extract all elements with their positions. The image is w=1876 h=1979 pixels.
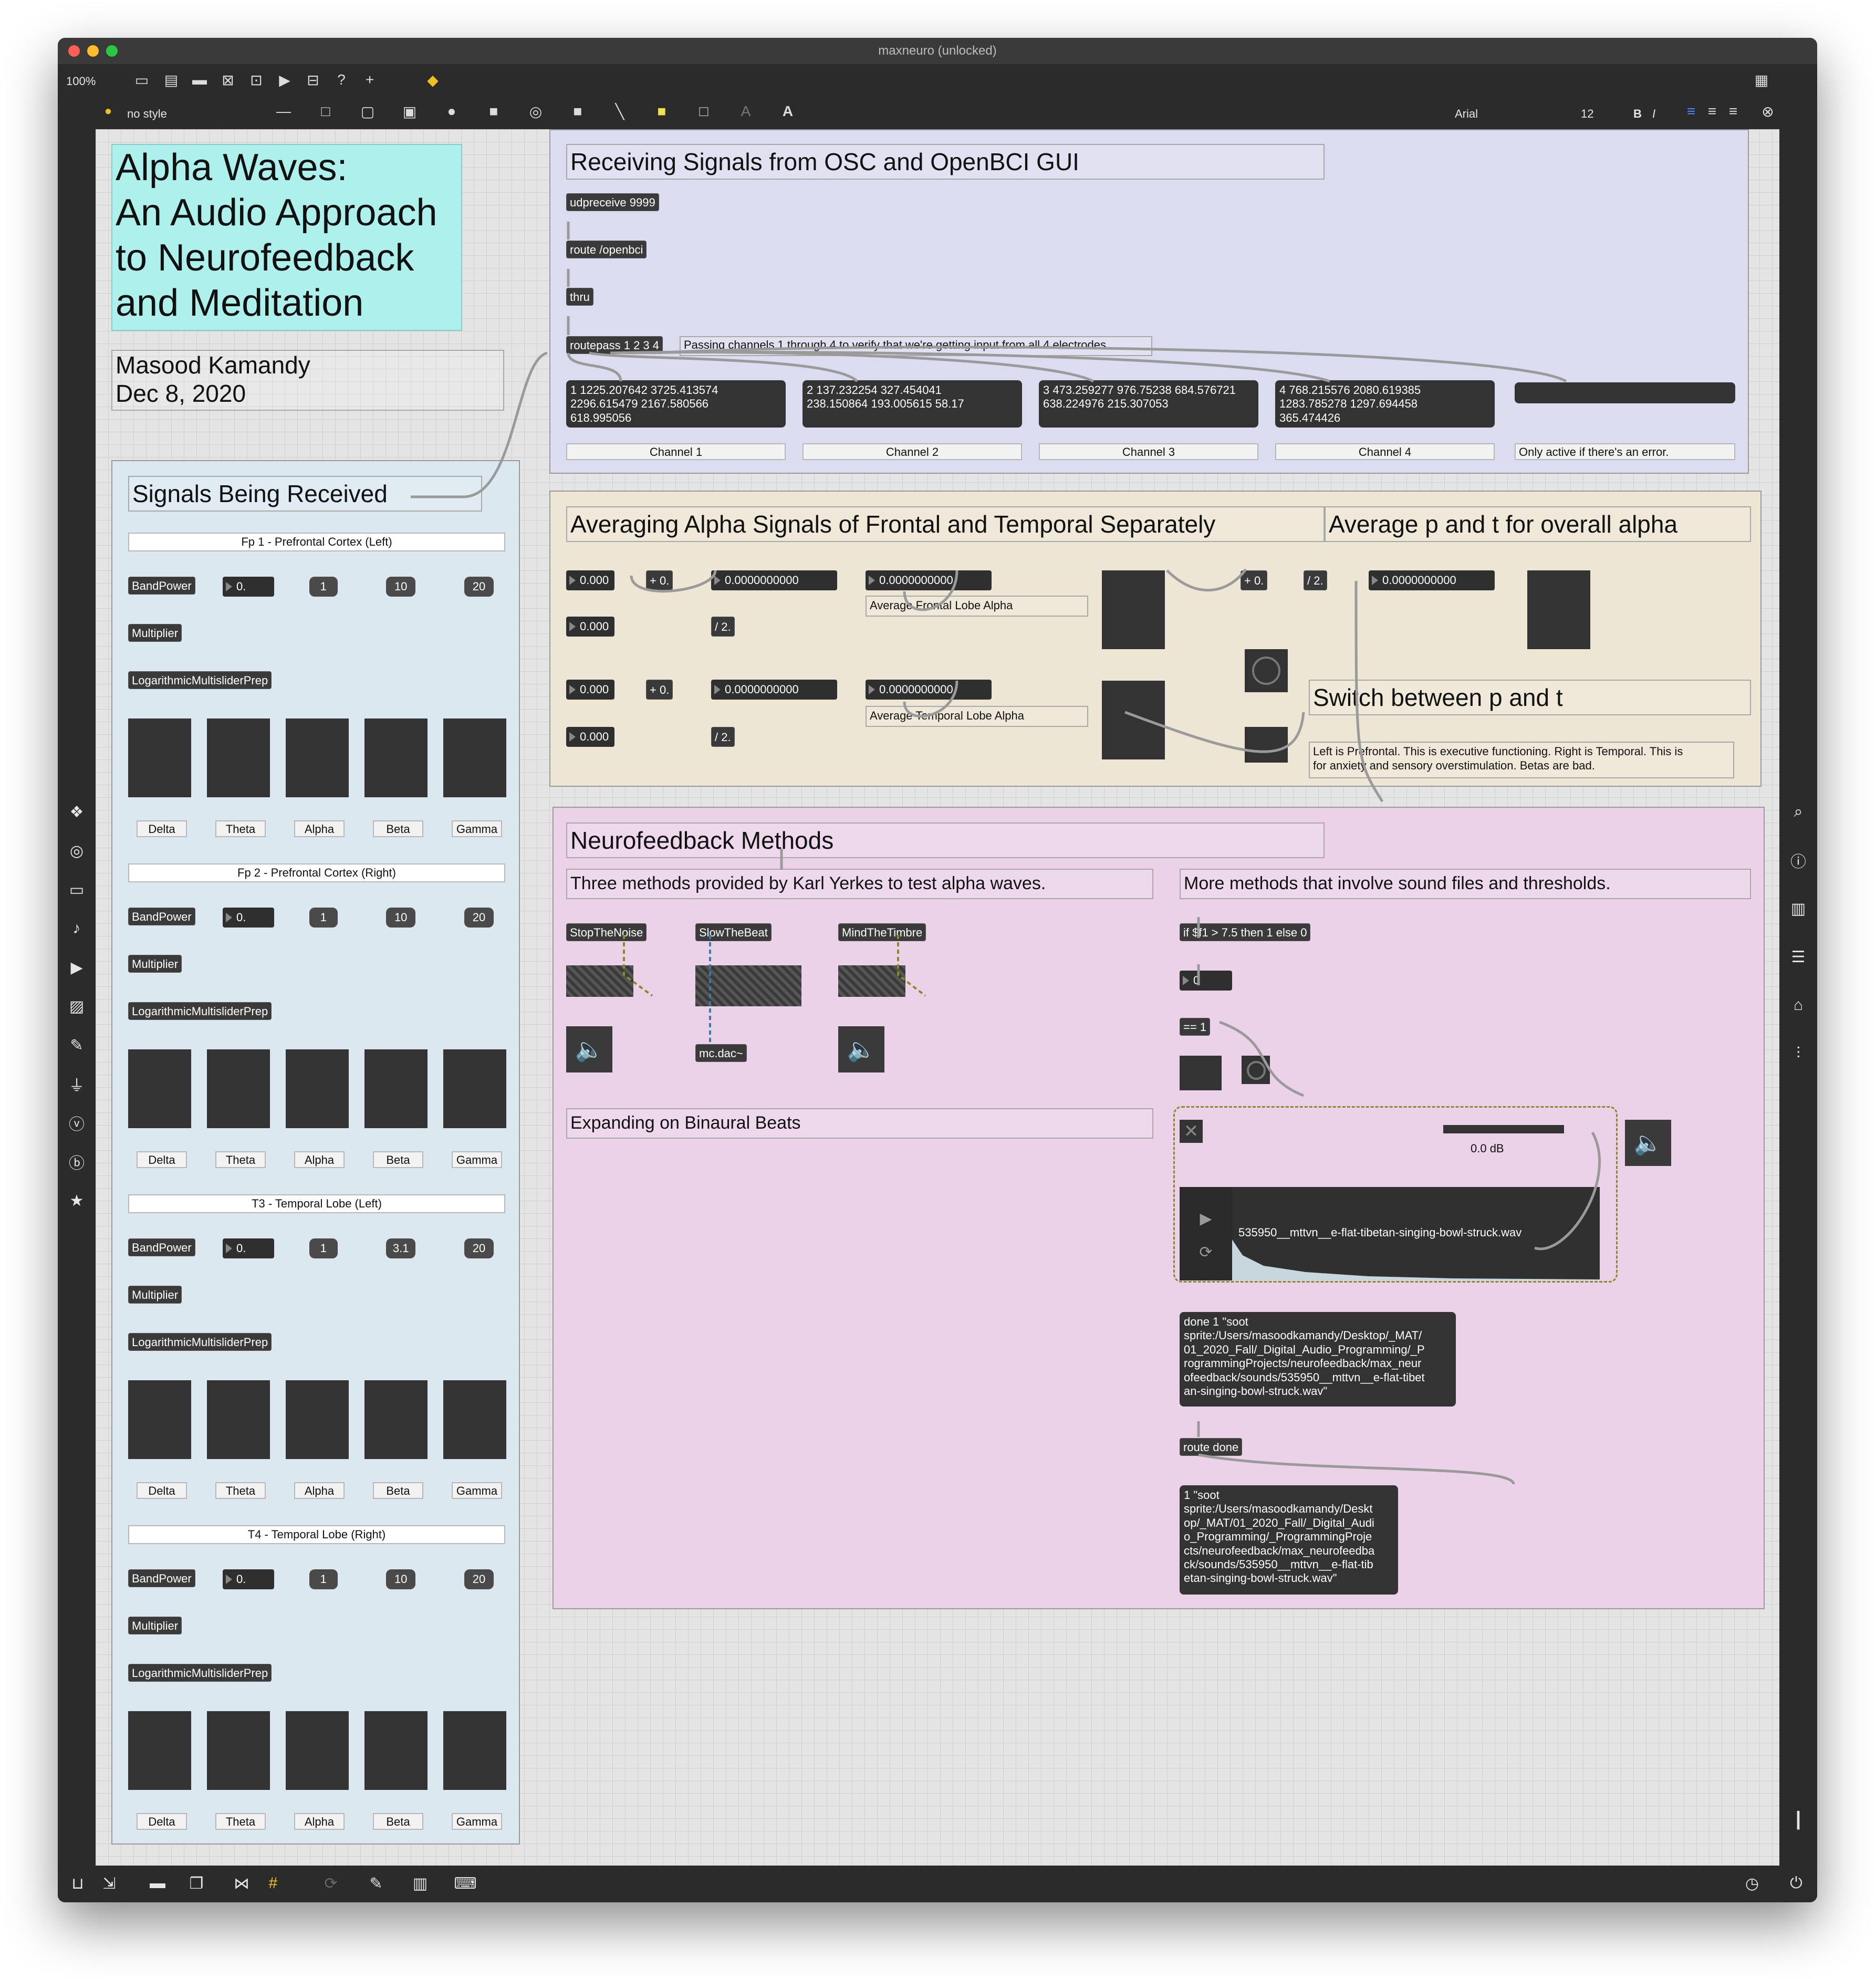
window-title: maxneuro (unlocked) xyxy=(878,44,997,58)
browser-icon[interactable]: ▭ xyxy=(66,879,87,900)
font-name-menu[interactable]: Arial xyxy=(1455,107,1478,121)
beap-icon[interactable]: ⓑ xyxy=(66,1151,87,1172)
align-center-icon[interactable]: ≡ xyxy=(1702,101,1723,122)
search-icon[interactable]: ⌕ xyxy=(1788,801,1809,822)
piano-icon[interactable]: ▥ xyxy=(410,1873,431,1894)
info-icon[interactable]: ⓘ xyxy=(1788,850,1809,871)
vst-icon[interactable]: ⓥ xyxy=(66,1112,87,1133)
star-icon[interactable]: ★ xyxy=(66,1190,87,1211)
slider-icon[interactable]: ⊟ xyxy=(303,69,324,90)
left-sidebar: ❖ ◎ ▭ ♪ ▶ ▨ ✎ ⏚ ⓥ ⓑ ★ xyxy=(58,129,96,1902)
paint-bucket-icon[interactable]: ◆ xyxy=(422,69,443,90)
zoom-level[interactable]: 100% xyxy=(66,75,96,88)
max-patcher-window: maxneuro (unlocked) 100% ▭ ▤ ▬ ⊠ ⊡ ▶ ⊟ ?… xyxy=(58,38,1817,1902)
bottom-bar: ⊔ ⇲ ▬ ❐ ⋈ # ⟳ ✎ ▥ ⌨ ◷ ⏻ xyxy=(58,1866,1817,1902)
patcher-canvas[interactable]: Alpha Waves: An Audio Approach to Neurof… xyxy=(96,129,1779,1866)
image-icon[interactable]: ▨ xyxy=(66,996,87,1017)
message-icon[interactable]: ▤ xyxy=(161,69,182,90)
music-note-icon[interactable]: ♪ xyxy=(66,918,87,939)
title-bar: maxneuro (unlocked) xyxy=(58,38,1817,64)
paperclip-icon[interactable]: ✎ xyxy=(66,1035,87,1056)
circle-icon[interactable]: ● xyxy=(441,101,462,122)
packages-icon[interactable]: ❖ xyxy=(66,801,87,822)
number-icon[interactable]: ▶ xyxy=(274,69,295,90)
style-menu[interactable]: no style xyxy=(127,107,167,121)
grid-toggle-icon[interactable]: # xyxy=(263,1873,284,1894)
mute-icon[interactable]: ⋈ xyxy=(231,1873,252,1894)
italic-button[interactable]: I xyxy=(1652,107,1655,121)
zoom-window-button[interactable] xyxy=(106,45,118,57)
mixer-icon[interactable]: ⫶ xyxy=(1788,1043,1809,1064)
close-window-button[interactable] xyxy=(68,45,80,57)
box-outline-icon[interactable]: □ xyxy=(315,101,336,122)
patch-cords xyxy=(411,222,1601,1485)
toggle-icon[interactable]: ⊠ xyxy=(217,69,238,90)
ring-icon[interactable]: ◎ xyxy=(525,101,546,122)
style-icon[interactable]: ● xyxy=(98,101,119,122)
windows-icon[interactable]: ❐ xyxy=(186,1873,207,1894)
toolbar: 100% ▭ ▤ ▬ ⊠ ⊡ ▶ ⊟ ? + ◆ ▦ ● no style — … xyxy=(58,64,1817,129)
text-outline-icon[interactable]: A xyxy=(735,101,756,122)
audio-status-icon[interactable]: ◷ xyxy=(1742,1873,1763,1894)
camera-icon[interactable]: ⌂ xyxy=(1788,995,1809,1016)
media-icon[interactable]: ▶ xyxy=(66,957,87,978)
power-icon[interactable]: ⏻ xyxy=(1786,1873,1807,1894)
snap-icon[interactable]: ⟳ xyxy=(320,1873,341,1894)
bold-button[interactable]: B xyxy=(1633,107,1642,121)
empty-square-icon[interactable]: □ xyxy=(693,101,714,122)
align-right-icon[interactable]: ≡ xyxy=(1723,101,1744,122)
button-icon[interactable]: ⊡ xyxy=(246,69,267,90)
add-icon[interactable]: + xyxy=(359,69,380,90)
align-left-icon[interactable]: ≡ xyxy=(1681,101,1702,122)
comment-bubble-icon[interactable]: ▬ xyxy=(147,1873,168,1894)
square-icon[interactable]: ■ xyxy=(483,101,504,122)
help-icon[interactable]: ? xyxy=(331,69,352,90)
diagonal-icon[interactable]: ╲ xyxy=(609,101,630,122)
new-object-icon[interactable]: ▭ xyxy=(131,69,152,90)
right-sidebar: ⌕ ⓘ ▥ ☰ ⌂ ⫶ ┃ xyxy=(1779,129,1817,1902)
presentation-icon[interactable]: ⇲ xyxy=(99,1873,120,1894)
box-fill-icon[interactable]: ▢ xyxy=(357,101,378,122)
list-icon[interactable]: ☰ xyxy=(1788,946,1809,967)
lock-icon[interactable]: ⊔ xyxy=(67,1873,88,1894)
layout-icon[interactable]: ▥ xyxy=(1788,898,1809,919)
white-square-icon[interactable]: ■ xyxy=(567,101,588,122)
yellow-square-icon[interactable]: ■ xyxy=(651,101,672,122)
comment-icon[interactable]: ▬ xyxy=(189,69,210,90)
plug-icon[interactable]: ⏚ xyxy=(66,1074,87,1095)
target-icon[interactable]: ◎ xyxy=(66,840,87,861)
level-meter-icon[interactable]: ┃ xyxy=(1788,1810,1809,1831)
keyboard-icon[interactable]: ⌨ xyxy=(454,1873,476,1894)
wrench-icon[interactable]: ✎ xyxy=(366,1873,387,1894)
grid-menu-icon[interactable]: ▦ xyxy=(1751,69,1772,90)
color-icon[interactable]: ▣ xyxy=(399,101,420,122)
text-icon[interactable]: A xyxy=(777,101,798,122)
line-icon[interactable]: — xyxy=(273,101,294,122)
close-toolbar-icon[interactable]: ⊗ xyxy=(1757,101,1778,122)
font-size-menu[interactable]: 12 xyxy=(1581,107,1593,121)
minimize-window-button[interactable] xyxy=(87,45,99,57)
